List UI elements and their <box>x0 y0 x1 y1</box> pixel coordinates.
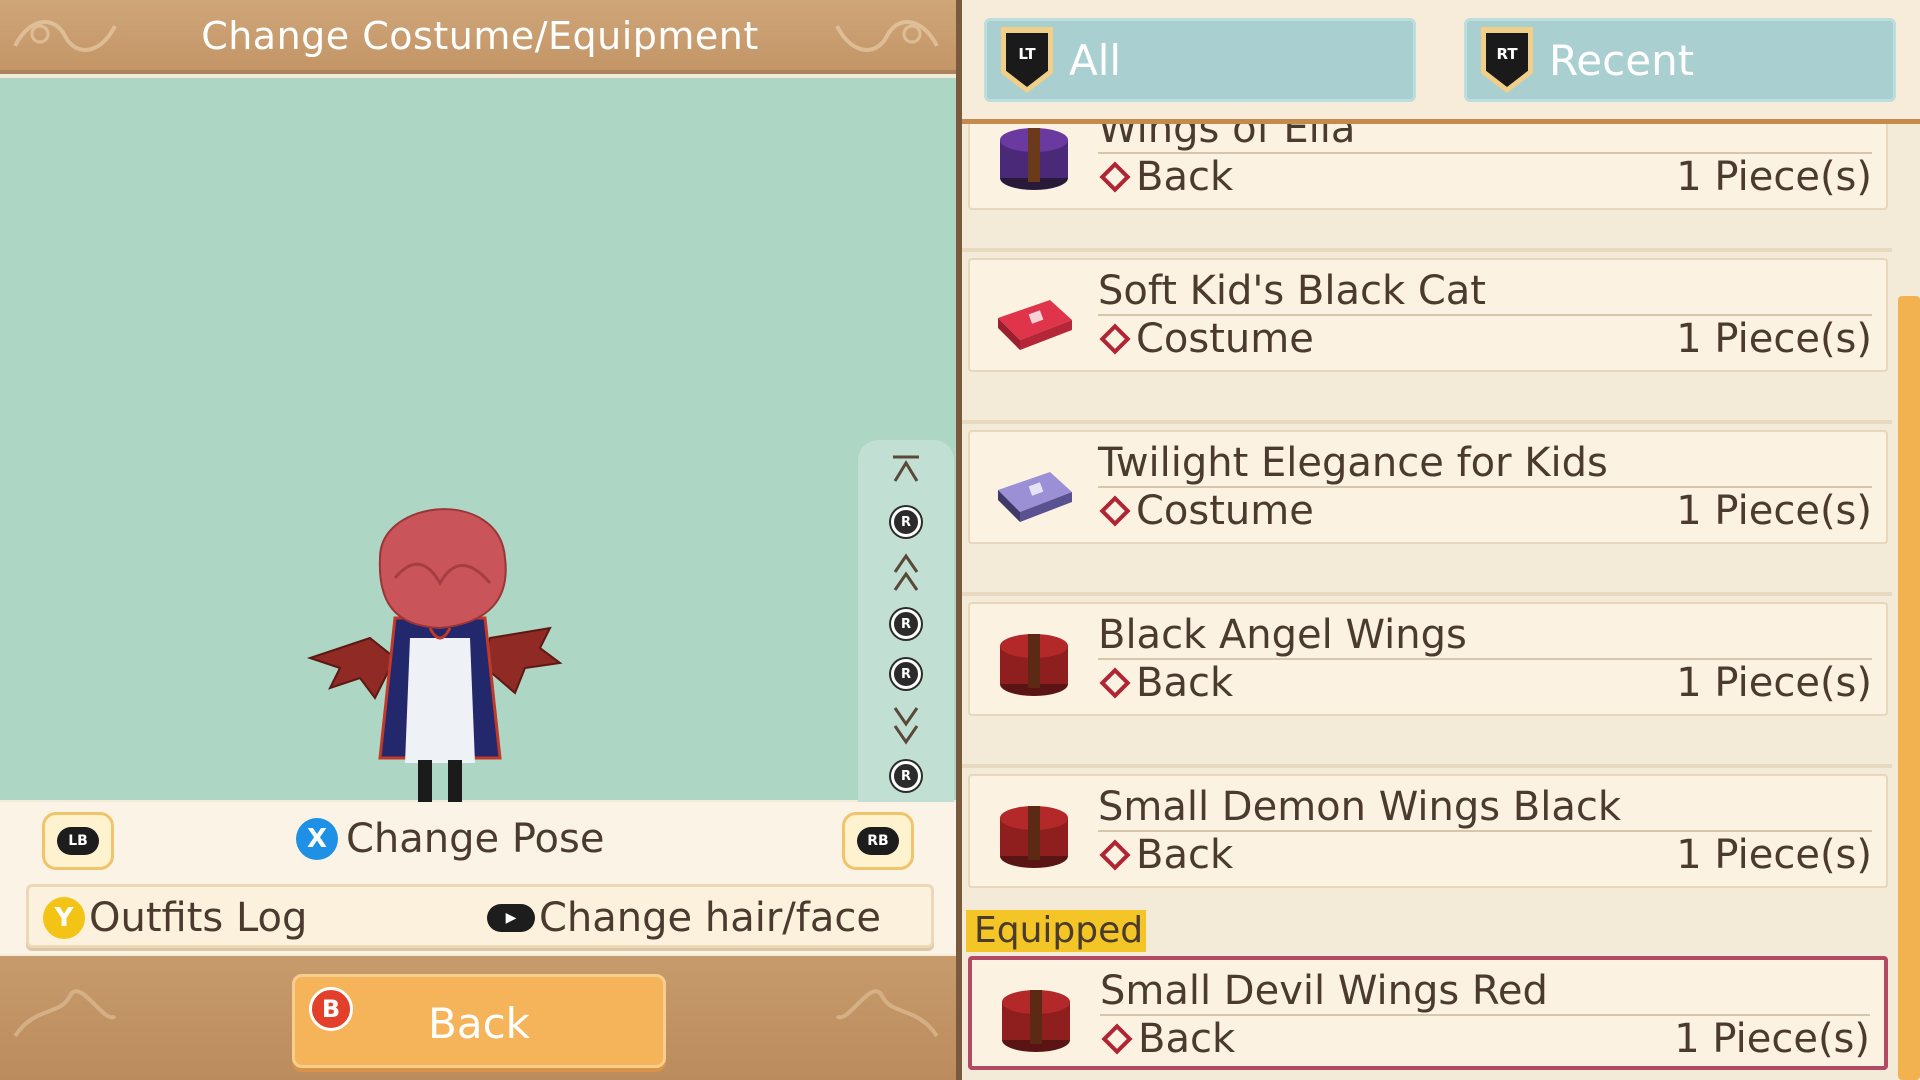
list-item[interactable]: Twilight Elegance for Kids Costume 1 Pie… <box>968 430 1888 544</box>
red-hatbox-icon <box>1002 990 1070 1052</box>
scrollbar-thumb[interactable] <box>1898 296 1920 1080</box>
purple-suitcase-icon <box>998 472 1072 522</box>
change-hair-face-label: Change hair/face <box>539 895 881 941</box>
item-quantity: 1 Piece(s) <box>1676 832 1872 878</box>
item-type-label: Costume <box>1136 316 1314 362</box>
item-name: Small Devil Wings Red <box>1100 968 1548 1014</box>
tab-all[interactable]: LT All <box>984 18 1416 102</box>
back-button[interactable]: B Back <box>292 974 666 1068</box>
outfits-row: Y Outfits Log ▶ Change hair/face <box>26 884 934 948</box>
item-type: Back <box>1098 154 1233 200</box>
footer-bar: B Back <box>0 956 960 1080</box>
equipped-badge: Equipped <box>966 910 1146 952</box>
ornament-icon <box>13 989 117 1038</box>
item-name: Black Angel Wings <box>1098 612 1467 658</box>
item-name: Small Demon Wings Black <box>1098 784 1622 830</box>
item-type-label: Back <box>1136 832 1234 878</box>
back-label: Back <box>428 999 530 1048</box>
item-name: Twilight Elegance for Kids <box>1098 440 1608 486</box>
title-bar: Change Costume/Equipment <box>0 0 960 74</box>
list-item-equipped[interactable]: Small Devil Wings Red Back 1 Piece(s) <box>968 956 1888 1070</box>
tab-recent-label: Recent <box>1549 35 1695 85</box>
item-type-label: Back <box>1136 660 1234 706</box>
item-type: Costume <box>1098 316 1314 362</box>
pose-row: LB X Change Pose RB <box>0 802 956 878</box>
diamond-icon <box>1099 495 1131 527</box>
controls-panel: LB X Change Pose RB Y Outfits Log ▶ Chan… <box>0 802 956 954</box>
red-hatbox-icon <box>1000 634 1068 696</box>
r-stick-left-icon[interactable]: R <box>878 602 934 646</box>
item-name: Soft Kid's Black Cat <box>1098 268 1486 314</box>
item-type-label: Back <box>1136 154 1234 200</box>
lt-button-icon: LT <box>1001 27 1053 93</box>
diamond-icon <box>1099 667 1131 699</box>
r-stick-press-icon: ▶ <box>487 904 535 932</box>
row-divider <box>962 764 1892 768</box>
zoom-down-icon[interactable] <box>878 702 934 746</box>
diamond-icon <box>1099 839 1131 871</box>
list-item[interactable]: Soft Kid's Black Cat Costume 1 Piece(s) <box>968 258 1888 372</box>
list-item[interactable]: Wings of Ella Back 1 Piece(s) <box>968 124 1888 210</box>
rb-button[interactable]: RB <box>842 812 914 870</box>
change-hair-face-button[interactable]: ▶ Change hair/face <box>487 895 881 941</box>
tab-recent[interactable]: RT Recent <box>1464 18 1896 102</box>
y-button-icon: Y <box>43 897 85 939</box>
rt-button-icon: RT <box>1481 27 1533 93</box>
item-type: Back <box>1098 832 1233 878</box>
item-quantity: 1 Piece(s) <box>1676 488 1872 534</box>
scrollbar[interactable] <box>1892 124 1920 1080</box>
change-pose-button[interactable]: X Change Pose <box>296 816 604 862</box>
page-title: Change Costume/Equipment <box>201 14 759 58</box>
outfits-log-label: Outfits Log <box>89 895 308 941</box>
item-type: Costume <box>1098 488 1314 534</box>
zoom-up-icon[interactable] <box>878 552 934 596</box>
item-list-panel: LT All RT Recent Wings of Ella Back 1 Pi… <box>962 0 1920 1080</box>
item-name: Wings of Ella <box>1098 124 1356 152</box>
tab-all-label: All <box>1069 35 1122 85</box>
item-type-label: Costume <box>1136 488 1314 534</box>
item-type-label: Back <box>1138 1016 1236 1062</box>
red-hatbox-icon <box>1000 806 1068 868</box>
list-item[interactable]: Black Angel Wings Back 1 Piece(s) <box>968 602 1888 716</box>
diamond-icon <box>1099 323 1131 355</box>
diamond-icon <box>1099 161 1131 193</box>
diamond-icon <box>1101 1023 1133 1055</box>
preview-panel: Change Costume/Equipment R R R R LB X Ch… <box>0 0 960 1080</box>
ornament-icon <box>835 20 939 52</box>
item-quantity: 1 Piece(s) <box>1674 1016 1870 1062</box>
character-model <box>306 508 563 822</box>
list-item[interactable]: Small Demon Wings Black Back 1 Piece(s) <box>968 774 1888 888</box>
item-list[interactable]: Wings of Ella Back 1 Piece(s) Soft Kid's… <box>962 124 1892 1080</box>
item-quantity: 1 Piece(s) <box>1676 154 1872 200</box>
item-type: Back <box>1098 660 1233 706</box>
filter-tabs: LT All RT Recent <box>962 0 1920 124</box>
item-quantity: 1 Piece(s) <box>1676 316 1872 362</box>
item-quantity: 1 Piece(s) <box>1676 660 1872 706</box>
item-type: Back <box>1100 1016 1235 1062</box>
jump-to-top-icon[interactable] <box>878 448 934 492</box>
row-divider <box>962 248 1892 252</box>
row-divider <box>962 420 1892 424</box>
r-stick-right-icon[interactable]: R <box>878 652 934 696</box>
row-divider <box>962 592 1892 596</box>
ornament-icon <box>835 989 939 1038</box>
outfits-log-button[interactable]: Y Outfits Log <box>43 895 307 941</box>
red-hatbox-icon <box>1000 128 1068 190</box>
character-preview[interactable]: R R R R <box>0 78 956 872</box>
red-suitcase-icon <box>998 300 1072 350</box>
lb-button[interactable]: LB <box>42 812 114 870</box>
r-stick-up-icon[interactable]: R <box>878 500 934 544</box>
r-stick-down-icon[interactable]: R <box>878 754 934 798</box>
change-pose-label: Change Pose <box>346 816 605 862</box>
x-button-icon: X <box>296 818 338 860</box>
